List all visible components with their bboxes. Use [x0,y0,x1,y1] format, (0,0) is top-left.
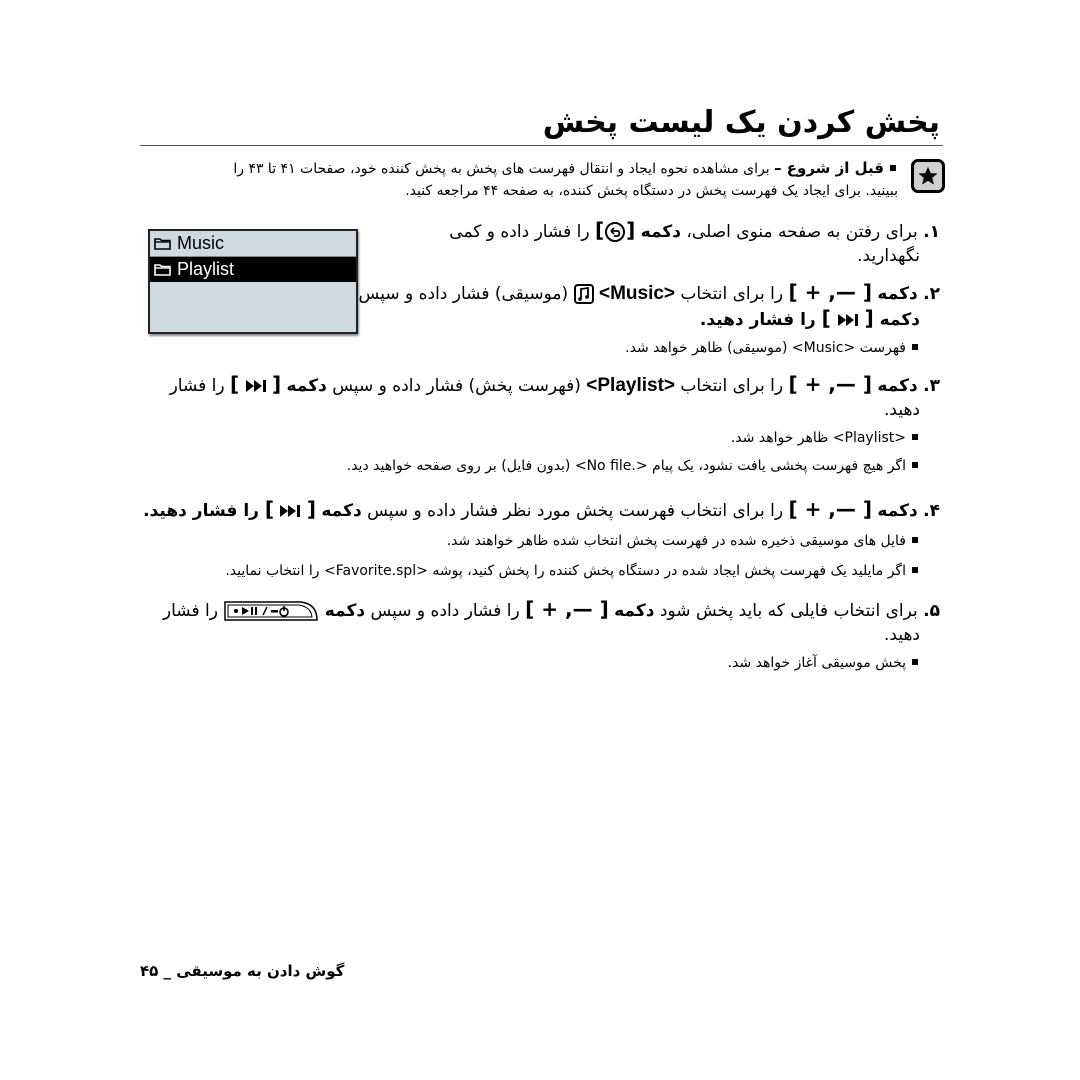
step-text: برای رفتن به صفحه منوی اصلی، [681,222,924,242]
plus-minus-keys: [ + ,— ] [788,497,872,521]
next-track-icon [245,380,266,392]
page-footer: گوش دادن به موسیقی _ ۴۵ [140,962,345,980]
step-text: را برای انتخاب [675,284,789,304]
step-3-bullet: اگر هیچ فهرست پخشی یافت نشود، یک پیام <.… [140,456,940,476]
key-label: + ,— [804,372,856,396]
step-number: ۱. [923,222,940,242]
screen-item-label: Music [177,233,225,253]
step-keyword: دکمه [324,601,366,621]
step-2: ۲. دکمه [ + ,— ] را برای انتخاب <Music> … [350,280,940,358]
step-text: را فشار داده و کمی [449,222,596,242]
step-text: را فشار [169,376,230,396]
step-number: ۲. [923,284,940,304]
note-text-line2: ببینید. برای ایجاد یک فهرست پخش در دستگا… [405,183,898,199]
step-text-line2: دهید. [884,400,920,420]
folder-icon [154,238,171,250]
plus-minus-keys: [ + ,— ] [788,372,872,396]
step-number: ۵. [923,601,940,621]
bracket: ] [264,497,274,521]
step-text: را فشار داده و سپس [365,601,526,621]
step-text-line2: دهید. [884,625,920,645]
step-keyword: دکمه [877,284,918,304]
step-text: (فهرست پخش) فشار داده و سپس [326,376,587,396]
page-title: پخش کردن یک لیست پخش [542,105,940,140]
star-icon [911,159,945,193]
step-text-line2: نگهدارید. [857,246,920,266]
bullet-icon [912,537,918,543]
step-text: را فشار دهید. [143,501,265,521]
plus-minus-keys: [ + ,— ] [525,597,609,621]
step-4-bullet: فایل های موسیقی ذخیره شده در فهرست پخش ا… [140,531,940,551]
step-text: را فشار دهید. [699,310,822,330]
step-4-bullet: اگر مایلید یک فهرست پخش ایجاد شده در دست… [140,561,940,581]
music-note-icon [573,284,594,304]
device-screen: Music Playlist [148,229,358,334]
bullet-icon [912,344,918,350]
key-label: + ,— [804,280,856,304]
step-text: را برای انتخاب فهرست پخش مورد نظر فشار د… [361,501,789,521]
back-button-icon [605,222,626,242]
step-text: را فشار [162,601,224,621]
bullet-text: <Playlist> ظاهر خواهد شد. [730,430,906,446]
bullet-text: اگر هیچ فهرست پخشی یافت نشود، یک پیام <.… [346,458,906,474]
folder-icon [154,264,171,276]
step-keyword: دکمه [286,376,327,396]
bullet-icon [890,165,896,171]
next-track-icon [280,505,301,517]
bullet-icon [912,434,918,440]
bracket: [ [626,218,636,242]
step-text: (موسیقی) فشار داده و سپس [358,284,574,304]
bullet-text: اگر مایلید یک فهرست پخش ایجاد شده در دست… [225,563,906,579]
before-you-start-note: قبل از شروع – برای مشاهده نحوه ایجاد و ا… [148,157,898,202]
step-5-bullet: پخش موسیقی آغاز خواهد شد. [140,653,940,673]
screen-item-label: Playlist [177,259,235,279]
step-keyword: دکمه [879,310,920,330]
bracket: ] [595,218,605,242]
bullet-text: فایل های موسیقی ذخیره شده در فهرست پخش ا… [446,533,906,549]
screen-item-playlist: Playlist [150,257,356,282]
step-1: ۱. برای رفتن به صفحه منوی اصلی، دکمه [] … [380,218,940,268]
note-heading: قبل از شروع – [774,159,884,177]
bullet-icon [912,659,918,665]
step-2-bullet: فهرست <Music> (موسیقی) ظاهر خواهد شد. [350,338,940,358]
play-pause-power-button-icon [224,601,319,621]
step-keyword: دکمه [614,601,655,621]
screen-item-music: Music [150,231,356,257]
step-keyword: دکمه [321,501,362,521]
step-text: را برای انتخاب [675,376,789,396]
bracket: [ [864,306,874,330]
bullet-icon [912,462,918,468]
note-text-line1: برای مشاهده نحوه ایجاد و انتقال فهرست ها… [233,161,775,177]
bracket: ] [229,372,240,396]
title-divider [140,145,943,146]
plus-minus-keys: [ + ,— ] [788,280,872,304]
menu-target: <Playlist> [586,375,676,396]
step-number: ۴. [923,501,940,521]
menu-target: <Music> [598,283,676,304]
bullet-icon [912,567,918,573]
step-3: ۳. دکمه [ + ,— ] را برای انتخاب <Playlis… [140,372,940,476]
key-label: + ,— [804,497,856,521]
bullet-text: فهرست <Music> (موسیقی) ظاهر خواهد شد. [625,340,906,356]
step-keyword: دکمه [640,222,682,242]
next-track-icon [837,314,858,326]
key-label: + ,— [541,597,593,621]
step-keyword: دکمه [877,376,918,396]
bracket: [ [306,497,316,521]
step-3-bullet: <Playlist> ظاهر خواهد شد. [140,428,940,448]
bracket: ] [821,306,831,330]
step-number: ۳. [923,376,940,396]
step-4: ۴. دکمه [ + ,— ] را برای انتخاب فهرست پخ… [140,497,940,581]
step-keyword: دکمه [877,501,918,521]
bullet-text: پخش موسیقی آغاز خواهد شد. [727,655,906,671]
step-text: برای انتخاب فایلی که باید پخش شود [654,601,924,621]
bracket: [ [271,372,282,396]
step-5: ۵. برای انتخاب فایلی که باید پخش شود دکم… [140,597,940,673]
